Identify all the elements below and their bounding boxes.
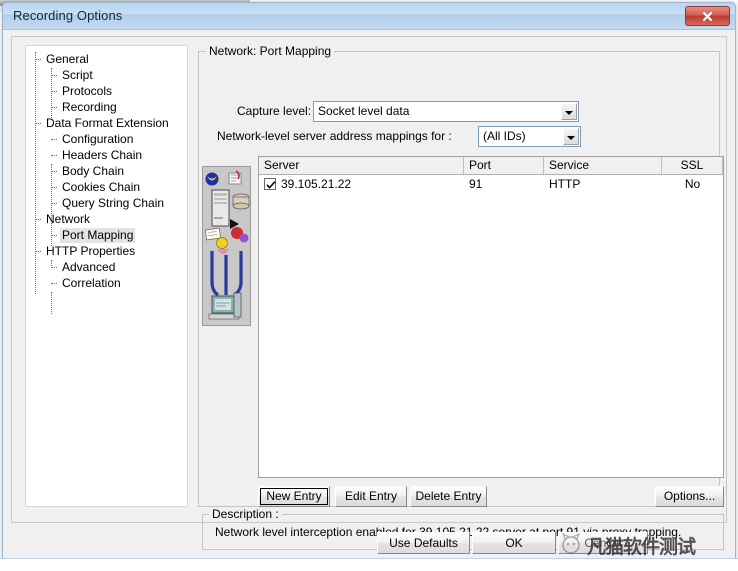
new-entry-button[interactable]: New Entry (258, 486, 330, 507)
tree-connector (51, 139, 57, 140)
column-header-service[interactable]: Service (544, 157, 662, 174)
use-defaults-button[interactable]: Use Defaults (377, 532, 470, 554)
tree-item-label: Headers Chain (62, 148, 143, 162)
edit-entry-button[interactable]: Edit Entry (335, 486, 407, 507)
mappings-id-combo[interactable]: (All IDs) (478, 126, 581, 147)
tree-connector (35, 219, 41, 220)
tree-connector (51, 91, 57, 92)
cell-ssl: No (684, 177, 701, 191)
tree-connector (51, 187, 57, 188)
tree-item-label: Query String Chain (62, 196, 165, 210)
tree-item-protocols[interactable]: Protocols (26, 83, 187, 99)
tree-item-network[interactable]: Network (26, 211, 187, 227)
dialog-title: Recording Options (13, 8, 123, 23)
mappings-label: Network-level server address mappings fo… (217, 129, 452, 143)
cancel-button[interactable]: Cancel (558, 532, 648, 554)
tree-item-label: Correlation (62, 276, 121, 290)
tree-connector (51, 155, 57, 156)
window-bottom-edge (0, 558, 738, 571)
tree-item-label: Body Chain (62, 164, 125, 178)
chevron-down-icon[interactable] (561, 103, 577, 120)
cell-port: 91 (469, 177, 483, 191)
options-tree[interactable]: General Script Protocols Recording Data Form… (25, 45, 188, 507)
tree-item-advanced[interactable]: Advanced (26, 259, 187, 275)
close-button[interactable] (685, 6, 730, 26)
tree-item-label: Script (62, 68, 93, 82)
check-icon (266, 181, 276, 189)
tree-item-label: HTTP Properties (46, 244, 136, 258)
network-diagram-icon (202, 166, 251, 326)
tree-connector (35, 251, 41, 252)
tree-item-label: Port Mapping (60, 228, 136, 243)
row-checkbox[interactable] (264, 178, 276, 190)
chevron-down-icon[interactable] (563, 128, 579, 145)
tree-item-data-format-extension[interactable]: Data Format Extension (26, 115, 187, 131)
close-icon (702, 11, 713, 22)
tree-item-label: Configuration (62, 132, 134, 146)
tree-item-label: Network (46, 212, 91, 226)
tree-item-general[interactable]: General (26, 51, 187, 67)
dialog-client-area: General Script Protocols Recording Data Form… (11, 36, 727, 550)
tree-item-cookies-chain[interactable]: Cookies Chain (26, 179, 187, 195)
tree-item-body-chain[interactable]: Body Chain (26, 163, 187, 179)
tree-item-headers-chain[interactable]: Headers Chain (26, 147, 187, 163)
capture-level-label: Capture level: (237, 104, 312, 118)
tree-item-correlation[interactable]: Correlation (26, 275, 187, 291)
capture-level-combo[interactable]: Socket level data (313, 101, 579, 122)
capture-level-value: Socket level data (318, 104, 410, 118)
tree-connector (51, 283, 57, 284)
tree-item-script[interactable]: Script (26, 67, 187, 83)
dialog-titlebar: Recording Options (3, 3, 735, 30)
tree-item-label: Advanced (62, 260, 116, 274)
tree-item-label: Protocols (62, 84, 113, 98)
delete-entry-button[interactable]: Delete Entry (410, 486, 487, 507)
tree-connector (51, 235, 57, 236)
tree-item-label: Cookies Chain (62, 180, 141, 194)
tree-connector (35, 123, 41, 124)
tree-branch-line-http (51, 292, 52, 314)
tree-item-label: Data Format Extension (46, 116, 169, 130)
recording-options-dialog: Recording Options General Script Protocols… (2, 2, 736, 566)
group-title: Network: Port Mapping (206, 44, 335, 58)
mappings-id-value: (All IDs) (483, 129, 526, 143)
tree-item-label: General (46, 52, 89, 66)
dialog-footer: Use Defaults OK Cancel (11, 527, 727, 559)
tree-connector (35, 59, 41, 60)
table-header-row: Server Port Service SSL (259, 157, 723, 175)
tree-connector (51, 107, 57, 108)
port-mapping-table[interactable]: Server Port Service SSL 39.105.21.22 91 HTTP N… (258, 156, 724, 478)
tree-connector (51, 203, 57, 204)
tree-item-recording[interactable]: Recording (26, 99, 187, 115)
table-row[interactable]: 39.105.21.22 91 HTTP No (259, 175, 723, 193)
tree-item-label: Recording (62, 100, 117, 114)
cell-service: HTTP (549, 177, 581, 191)
column-header-ssl[interactable]: SSL (662, 157, 723, 174)
ok-button[interactable]: OK (472, 532, 556, 554)
cell-server: 39.105.21.22 (281, 177, 352, 191)
tree-connector (51, 267, 57, 268)
tree-item-port-mapping[interactable]: Port Mapping (26, 227, 187, 243)
table-body: 39.105.21.22 91 HTTP No (259, 175, 723, 193)
tree-item-http-properties[interactable]: HTTP Properties (26, 243, 187, 259)
column-header-port[interactable]: Port (464, 157, 544, 174)
column-header-server[interactable]: Server (259, 157, 464, 174)
tree-item-query-string-chain[interactable]: Query String Chain (26, 195, 187, 211)
tree-connector (51, 75, 57, 76)
description-title: Description : (209, 507, 282, 521)
tree-item-list: General Script Protocols Recording Data Form… (26, 51, 187, 291)
options-button[interactable]: Options... (655, 486, 724, 507)
tree-item-configuration[interactable]: Configuration (26, 131, 187, 147)
tree-connector (51, 171, 57, 172)
